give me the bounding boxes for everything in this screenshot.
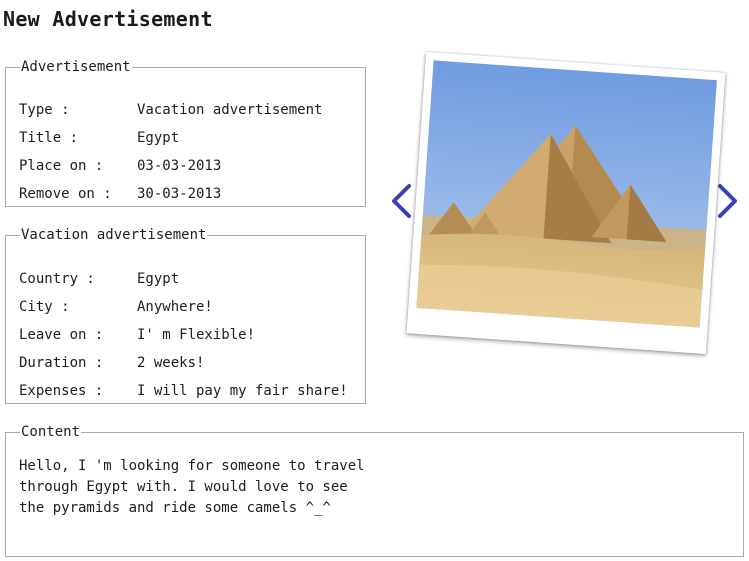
pyramids-photo: [416, 60, 717, 328]
advertisement-legend: Advertisement: [21, 59, 131, 75]
title-label: Title :: [19, 130, 79, 146]
type-label: Type :: [19, 102, 70, 118]
city-value: Anywhere!: [137, 299, 213, 315]
place-on-label: Place on :: [19, 158, 104, 174]
vacation-legend: Vacation advertisement: [21, 227, 207, 243]
city-label: City :: [19, 299, 70, 315]
remove-on-value: 30-03-2013: [137, 186, 222, 202]
chevron-right-icon: [718, 184, 737, 218]
leave-on-label: Leave on :: [19, 327, 104, 343]
expenses-value: I will pay my fair share!: [137, 383, 348, 399]
photo-frame: [406, 51, 726, 355]
country-label: Country :: [19, 271, 95, 287]
previous-photo-button[interactable]: [388, 182, 414, 220]
content-text: Hello, I 'm looking for someone to trave…: [19, 458, 365, 516]
duration-label: Duration :: [19, 355, 104, 371]
vacation-fieldset: Vacation advertisement Country : Egypt C…: [5, 227, 366, 404]
content-legend: Content: [21, 424, 81, 440]
place-on-value: 03-03-2013: [137, 158, 222, 174]
next-photo-button[interactable]: [715, 182, 741, 220]
leave-on-value: I' m Flexible!: [137, 327, 256, 343]
remove-on-label: Remove on :: [19, 186, 112, 202]
advertisement-fieldset: Advertisement Type : Vacation advertisem…: [5, 59, 366, 207]
content-fieldset: Content Hello, I 'm looking for someone …: [5, 424, 744, 557]
chevron-left-icon: [392, 184, 411, 218]
title-value: Egypt: [137, 130, 180, 146]
country-value: Egypt: [137, 271, 180, 287]
page-title: New Advertisement: [3, 7, 213, 31]
expenses-label: Expenses :: [19, 383, 104, 399]
duration-value: 2 weeks!: [137, 355, 205, 371]
type-value: Vacation advertisement: [137, 102, 323, 118]
